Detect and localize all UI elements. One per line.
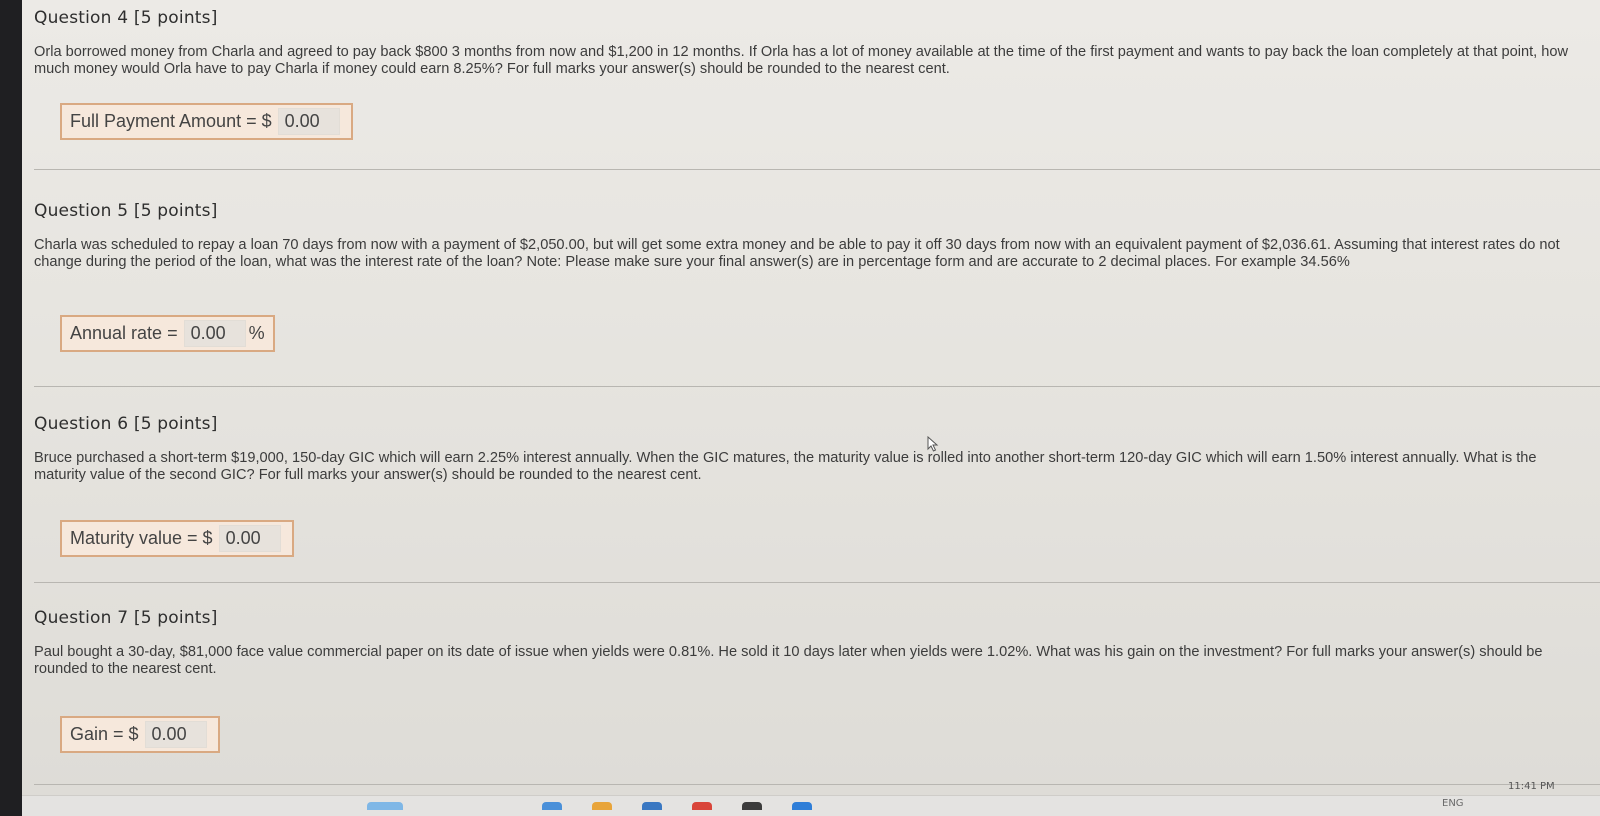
question-text: Charla was scheduled to repay a loan 70 … <box>34 237 1560 270</box>
question-text: Paul bought a 30-day, $81,000 face value… <box>34 644 1543 677</box>
app-icon[interactable] <box>592 802 612 810</box>
quiz-page: Question 4 [5 points] Orla borrowed mone… <box>22 0 1600 795</box>
answer-box: Full Payment Amount = $ 0.00 <box>60 103 353 140</box>
question-title: Question 6 [5 points] <box>34 414 218 434</box>
question-text: Bruce purchased a short-term $19,000, 15… <box>34 450 1537 483</box>
question-title: Question 5 [5 points] <box>34 201 218 221</box>
answer-label: Annual rate = <box>70 323 178 343</box>
app-icon[interactable] <box>542 802 562 810</box>
divider <box>34 169 1600 170</box>
answer-box: Gain = $ 0.00 <box>60 716 220 753</box>
app-icon[interactable] <box>642 802 662 810</box>
app-icon[interactable] <box>692 802 712 810</box>
app-icon[interactable] <box>792 802 812 810</box>
app-icon[interactable] <box>742 802 762 810</box>
question-5: Question 5 [5 points] Charla was schedul… <box>34 201 1592 352</box>
question-title: Question 4 [5 points] <box>34 8 218 28</box>
clock[interactable]: 11:41 PM <box>1508 781 1555 792</box>
answer-suffix: % <box>248 323 265 343</box>
answer-label: Full Payment Amount = $ <box>70 111 272 131</box>
answer-label: Maturity value = $ <box>70 528 213 548</box>
gain-input[interactable]: 0.00 <box>144 721 207 748</box>
maturity-value-input[interactable]: 0.00 <box>218 525 281 552</box>
answer-label: Gain = $ <box>70 724 139 744</box>
annual-rate-input[interactable]: 0.00 <box>183 320 246 347</box>
divider <box>34 386 1600 387</box>
answer-box: Annual rate = 0.00 % <box>60 315 275 352</box>
answer-box: Maturity value = $ 0.00 <box>60 520 294 557</box>
question-text: Orla borrowed money from Charla and agre… <box>34 44 1569 77</box>
divider <box>34 784 1600 785</box>
question-6: Question 6 [5 points] Bruce purchased a … <box>34 414 1592 557</box>
question-title: Question 7 [5 points] <box>34 608 218 628</box>
language-indicator[interactable]: ENG <box>1442 798 1464 809</box>
full-payment-amount-input[interactable]: 0.00 <box>277 108 340 135</box>
mouse-pointer-icon <box>927 436 939 452</box>
question-4: Question 4 [5 points] Orla borrowed mone… <box>34 8 1592 140</box>
divider <box>34 582 1600 583</box>
question-7: Question 7 [5 points] Paul bought a 30-d… <box>34 608 1592 753</box>
app-icon[interactable] <box>367 802 403 810</box>
taskbar: ENG 11:41 PM <box>22 781 1600 816</box>
